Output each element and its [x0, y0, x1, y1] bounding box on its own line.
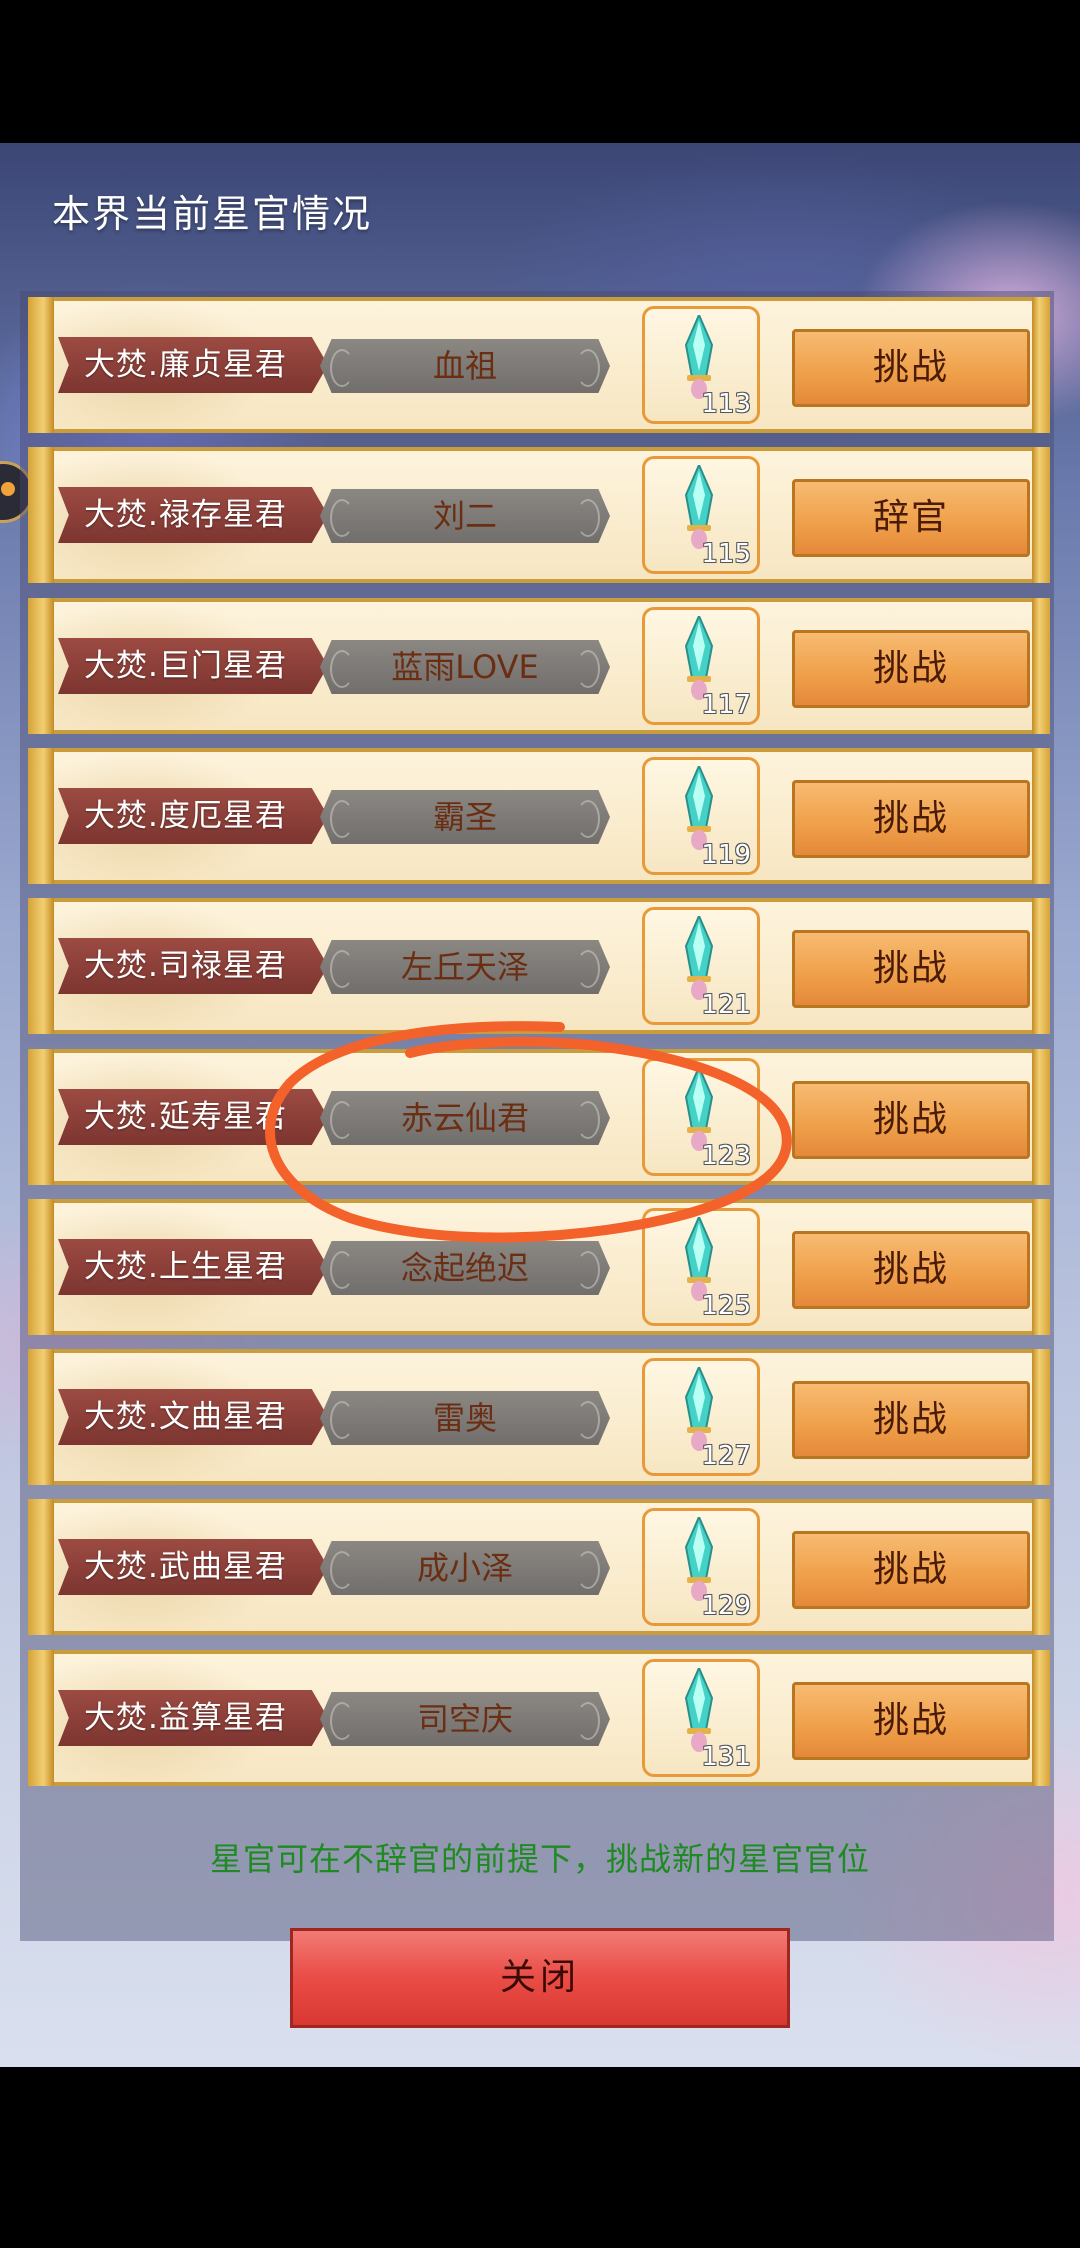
- official-title: 大焚.巨门星君: [58, 638, 328, 694]
- star-officials-dialog: 本界当前星官情况 大焚.廉贞星君 血祖 113 挑战 大焚.禄存星君 刘二 115 辞官 大焚.…: [0, 143, 1080, 2067]
- holder-name: 血祖: [320, 339, 610, 393]
- close-button[interactable]: 关闭: [290, 1928, 790, 2028]
- item-level: 113: [701, 389, 751, 419]
- item-slot[interactable]: 121: [642, 907, 760, 1025]
- holder-name: 赤云仙君: [320, 1091, 610, 1145]
- official-row: 大焚.文曲星君 雷奥 127 挑战: [28, 1349, 1050, 1485]
- item-level: 117: [701, 690, 751, 720]
- official-list: 大焚.廉贞星君 血祖 113 挑战 大焚.禄存星君 刘二 115 辞官 大焚.巨门星君 蓝雨LOV…: [20, 291, 1054, 1941]
- holder-name: 念起绝迟: [320, 1241, 610, 1295]
- item-level: 121: [701, 990, 751, 1020]
- action-button[interactable]: 挑战: [792, 780, 1030, 858]
- item-slot[interactable]: 113: [642, 306, 760, 424]
- holder-name: 雷奥: [320, 1391, 610, 1445]
- official-title: 大焚.禄存星君: [58, 487, 328, 543]
- item-slot[interactable]: 117: [642, 607, 760, 725]
- item-slot[interactable]: 123: [642, 1058, 760, 1176]
- item-level: 131: [701, 1742, 751, 1772]
- official-title: 大焚.廉贞星君: [58, 337, 328, 393]
- official-title: 大焚.上生星君: [58, 1239, 328, 1295]
- notice-text: 星官可在不辞官的前提下，挑战新的星官官位: [209, 1840, 870, 1878]
- official-row: 大焚.廉贞星君 血祖 113 挑战: [28, 297, 1050, 433]
- action-button[interactable]: 挑战: [792, 329, 1030, 407]
- item-slot[interactable]: 115: [642, 456, 760, 574]
- dialog-title: 本界当前星官情况: [52, 192, 373, 236]
- official-row: 大焚.延寿星君 赤云仙君 123 挑战: [28, 1049, 1050, 1185]
- official-row: 大焚.上生星君 念起绝迟 125 挑战: [28, 1199, 1050, 1335]
- action-button[interactable]: 挑战: [792, 1531, 1030, 1609]
- action-button[interactable]: 挑战: [792, 630, 1030, 708]
- official-row: 大焚.度厄星君 霸圣 119 挑战: [28, 748, 1050, 884]
- official-row: 大焚.益算星君 司空庆 131 挑战: [28, 1650, 1050, 1786]
- action-button[interactable]: 挑战: [792, 930, 1030, 1008]
- item-slot[interactable]: 131: [642, 1659, 760, 1777]
- official-title: 大焚.延寿星君: [58, 1089, 328, 1145]
- item-slot[interactable]: 125: [642, 1208, 760, 1326]
- official-row: 大焚.武曲星君 成小泽 129 挑战: [28, 1499, 1050, 1635]
- official-title: 大焚.武曲星君: [58, 1539, 328, 1595]
- item-level: 123: [701, 1141, 751, 1171]
- holder-name: 刘二: [320, 489, 610, 543]
- official-title: 大焚.益算星君: [58, 1690, 328, 1746]
- item-level: 129: [701, 1591, 751, 1621]
- item-slot[interactable]: 119: [642, 757, 760, 875]
- action-button[interactable]: 挑战: [792, 1381, 1030, 1459]
- holder-name: 蓝雨LOVE: [320, 640, 610, 694]
- official-row: 大焚.禄存星君 刘二 115 辞官: [28, 447, 1050, 583]
- item-level: 125: [701, 1291, 751, 1321]
- action-button[interactable]: 挑战: [792, 1231, 1030, 1309]
- item-level: 119: [701, 840, 751, 870]
- item-slot[interactable]: 127: [642, 1358, 760, 1476]
- official-title: 大焚.文曲星君: [58, 1389, 328, 1445]
- holder-name: 霸圣: [320, 790, 610, 844]
- official-title: 大焚.度厄星君: [58, 788, 328, 844]
- action-button[interactable]: 辞官: [792, 479, 1030, 557]
- official-title: 大焚.司禄星君: [58, 938, 328, 994]
- action-button[interactable]: 挑战: [792, 1081, 1030, 1159]
- holder-name: 成小泽: [320, 1541, 610, 1595]
- item-level: 127: [701, 1441, 751, 1471]
- official-row: 大焚.司禄星君 左丘天泽 121 挑战: [28, 898, 1050, 1034]
- official-row: 大焚.巨门星君 蓝雨LOVE 117 挑战: [28, 598, 1050, 734]
- holder-name: 左丘天泽: [320, 940, 610, 994]
- item-slot[interactable]: 129: [642, 1508, 760, 1626]
- item-level: 115: [701, 539, 751, 569]
- holder-name: 司空庆: [320, 1692, 610, 1746]
- action-button[interactable]: 挑战: [792, 1682, 1030, 1760]
